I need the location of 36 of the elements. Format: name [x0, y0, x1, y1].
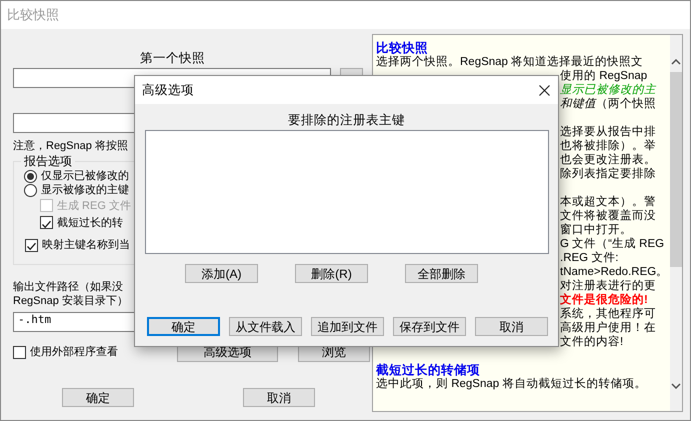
- help-text: tName>Redo.REG。: [560, 265, 668, 279]
- checkbox-label: 使用外部程序查看: [30, 345, 118, 359]
- checkbox-label: 生成 REG 文件: [57, 198, 131, 212]
- help-text: 系统，其他程序可: [560, 307, 656, 321]
- help-text: G 文件（“生成 REG: [560, 237, 664, 251]
- group-title: 报告选项: [21, 154, 75, 168]
- help-text: 文件将被覆盖而没: [560, 209, 656, 223]
- help-text: 高级用户使用！在: [560, 321, 656, 335]
- radio-label: 显示被修改的主键: [41, 183, 129, 197]
- checkbox-label: 映射主键名称到当: [42, 238, 130, 252]
- help-text: 本或超文本）。警: [560, 195, 656, 209]
- help-heading: 比较快照: [376, 41, 428, 55]
- dialog-title: 高级选项: [142, 83, 194, 97]
- path-label: 输出文件路径（如果没: [13, 280, 124, 294]
- help-text: 选择两个快照。RegSnap 将知道选择最近的快照文: [376, 55, 644, 69]
- checkbox-label: 截短过长的转: [57, 216, 123, 230]
- help-text: 文件是很危险的!: [560, 293, 648, 307]
- help-text: 和键值（两个快照: [560, 97, 656, 111]
- field-label: 第一个快照: [139, 51, 206, 65]
- help-text: 除列表指定要排除: [560, 167, 656, 181]
- path-label: RegSnap 安装目录下）: [13, 294, 129, 308]
- help-text: 窗口中打开。: [560, 223, 632, 237]
- help-text: 使用的 RegSnap: [560, 69, 648, 83]
- list-label: 要排除的注册表主键: [287, 113, 406, 127]
- help-text: 文件的内容!: [560, 335, 624, 349]
- help-text: 对注册表进行的更: [560, 279, 656, 293]
- help-text: .REG 文件:: [560, 251, 619, 265]
- help-text: 选中此项，则 RegSnap 将自动截短过长的转储项。: [376, 377, 646, 391]
- note-text: 注意，RegSnap 将按照: [13, 139, 129, 153]
- help-text: 显示已被修改的主: [560, 83, 656, 97]
- radio-label: 仅显示已被修改的: [41, 169, 129, 183]
- help-heading: 截短过长的转储项: [376, 363, 480, 377]
- help-text: 选择要从报告中排: [560, 125, 656, 139]
- help-text: 也将被排除）。举: [560, 139, 656, 153]
- help-text: 也会更改注册表。: [560, 153, 656, 167]
- window-title: 比较快照: [7, 8, 59, 22]
